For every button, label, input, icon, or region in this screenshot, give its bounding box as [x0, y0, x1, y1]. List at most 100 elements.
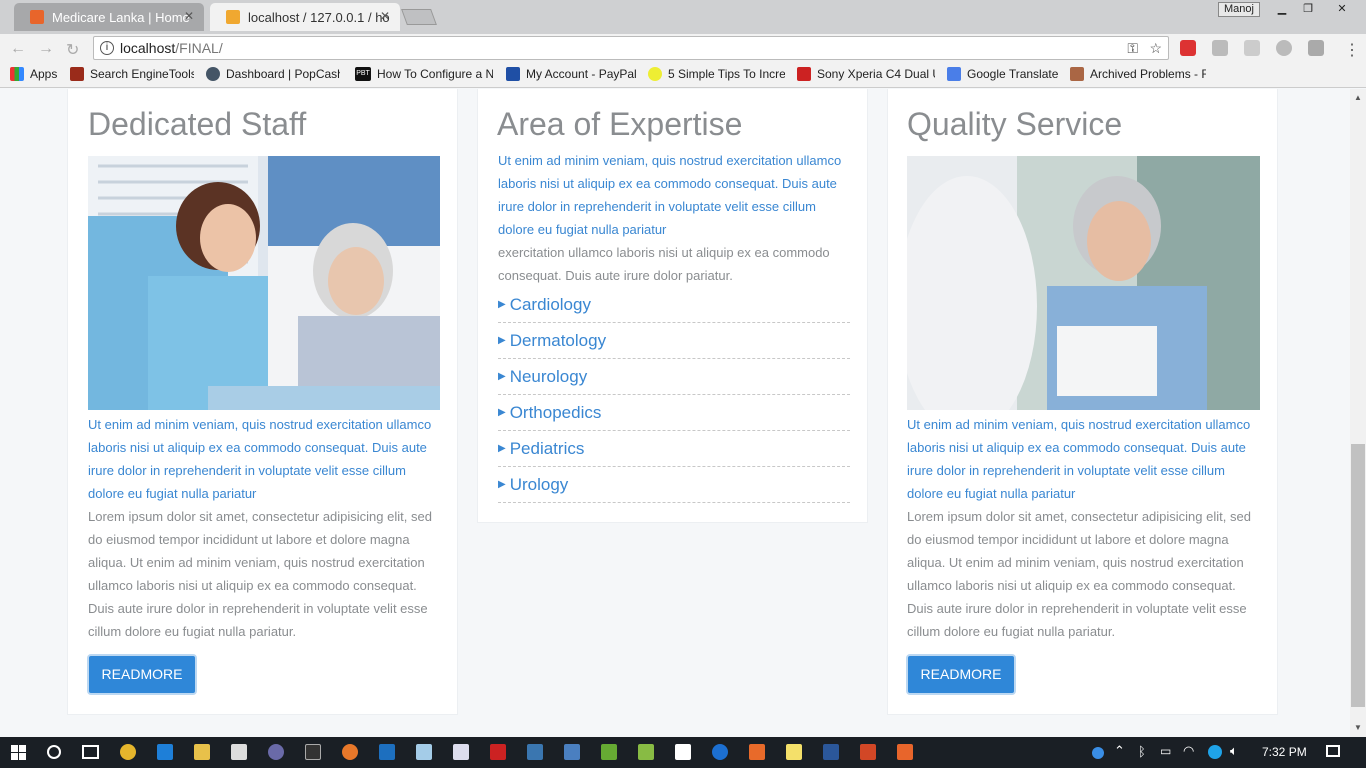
word-icon[interactable]: [823, 744, 839, 760]
app-icon[interactable]: [490, 744, 506, 760]
restore-button[interactable]: ❐: [1296, 2, 1320, 17]
back-icon[interactable]: ←: [10, 40, 26, 58]
app-icon[interactable]: [268, 744, 284, 760]
nurse-patient-photo: [88, 156, 440, 410]
bookmark-item[interactable]: Search EngineTools: [70, 67, 194, 81]
sticky-notes-icon[interactable]: [786, 744, 802, 760]
firefox-icon[interactable]: [342, 744, 358, 760]
close-tab-icon[interactable]: ✕: [184, 9, 194, 23]
forward-icon[interactable]: →: [38, 40, 54, 58]
help-icon[interactable]: [1092, 747, 1104, 759]
intro-text: Ut enim ad minim veniam, quis nostrud ex…: [88, 417, 432, 501]
vpn-icon[interactable]: [1208, 745, 1222, 759]
readmore-button[interactable]: READMORE: [87, 654, 197, 695]
profile-button[interactable]: Manoj: [1218, 2, 1260, 17]
app-icon[interactable]: [379, 744, 395, 760]
card-title: Dedicated Staff: [88, 106, 307, 142]
tab-medicare[interactable]: Medicare Lanka | Home ✕: [14, 3, 204, 31]
smiling-patient-photo: [907, 156, 1260, 410]
app-icon[interactable]: [638, 744, 654, 760]
card-area-of-expertise: Area of Expertise Ut enim ad minim venia…: [477, 89, 868, 523]
extension-icon[interactable]: [1276, 40, 1292, 56]
cmd-icon[interactable]: [305, 744, 321, 760]
clock[interactable]: 7:32 PM: [1262, 745, 1307, 759]
accordion-cardiology[interactable]: ▶ Cardiology: [498, 287, 850, 323]
drive-icon[interactable]: [1308, 40, 1324, 56]
new-tab-button[interactable]: [401, 9, 437, 25]
bookmark-item[interactable]: Sony Xperia C4 Dual U: [797, 67, 935, 81]
python-icon[interactable]: [527, 744, 543, 760]
bookmark-apps[interactable]: Apps: [10, 67, 65, 81]
app-icon[interactable]: [601, 744, 617, 760]
wifi-icon[interactable]: ◠: [1183, 743, 1194, 759]
task-view-icon[interactable]: [82, 745, 99, 759]
menu-icon[interactable]: ⋮: [1344, 40, 1360, 60]
page-scrollbar[interactable]: ▲ ▼: [1350, 89, 1366, 737]
caret-right-icon: ▶: [498, 407, 506, 418]
extension-icon[interactable]: [1244, 40, 1260, 56]
page-content: Dedicated Staff Ut enim ad minim veniam,…: [0, 89, 1350, 737]
tab-label: Medicare Lanka | Home: [52, 9, 190, 25]
powerpoint-icon[interactable]: [860, 744, 876, 760]
scroll-down-icon[interactable]: ▼: [1354, 723, 1362, 732]
volume-icon[interactable]: 🔈︎: [1230, 743, 1238, 759]
bookmark-item[interactable]: Archived Problems - F: [1070, 67, 1206, 81]
body-text: Lorem ipsum dolor sit amet, consectetur …: [907, 509, 1251, 639]
star-icon[interactable]: ☆: [1149, 37, 1162, 59]
bookmark-item[interactable]: PBT How To Configure a N: [355, 67, 493, 81]
accordion-urology[interactable]: ▶ Urology: [498, 467, 850, 503]
browser-toolbar: ← → ↻ i localhost/FINAL/ ⚿ ☆ ⋮: [0, 34, 1366, 62]
caret-right-icon: ▶: [498, 335, 506, 346]
card-title: Area of Expertise: [497, 106, 743, 142]
store-icon[interactable]: [231, 744, 247, 760]
app-icon[interactable]: [675, 744, 691, 760]
cortana-icon[interactable]: [47, 745, 61, 759]
url-path: /FINAL/: [175, 40, 223, 56]
phpmyadmin-icon: [226, 10, 240, 24]
app-icon[interactable]: [749, 744, 765, 760]
action-center-icon[interactable]: [1326, 745, 1340, 757]
bookmark-favicon: [648, 67, 662, 81]
bookmark-item[interactable]: Dashboard | PopCash: [206, 67, 340, 81]
accordion-pediatrics[interactable]: ▶ Pediatrics: [498, 431, 850, 467]
paypal-icon: [506, 67, 520, 81]
accordion-orthopedics[interactable]: ▶ Orthopedics: [498, 395, 850, 431]
scroll-up-icon[interactable]: ▲: [1354, 93, 1362, 102]
xampp-icon[interactable]: [897, 744, 913, 760]
network-icon[interactable]: ▭: [1160, 744, 1171, 758]
address-bar[interactable]: i localhost/FINAL/ ⚿ ☆: [93, 36, 1169, 60]
tab-phpmyadmin[interactable]: localhost / 127.0.0.1 / ho ✕: [210, 3, 400, 31]
notepad-icon[interactable]: [416, 744, 432, 760]
chrome-icon[interactable]: [120, 744, 136, 760]
edge-icon[interactable]: [157, 744, 173, 760]
windows-start-icon[interactable]: [11, 745, 26, 760]
virtualbox-icon[interactable]: [564, 744, 580, 760]
file-explorer-icon[interactable]: [194, 744, 210, 760]
bookmark-favicon: [797, 67, 811, 81]
close-tab-icon[interactable]: ✕: [380, 9, 390, 23]
apps-grid-icon: [10, 67, 24, 81]
bluetooth-icon[interactable]: ᛒ: [1138, 744, 1146, 759]
extension-icon[interactable]: [1212, 40, 1228, 56]
body-text: exercitation ullamco laboris nisi ut ali…: [498, 245, 830, 283]
bookmark-item[interactable]: My Account - PayPal: [506, 67, 638, 81]
accordion-neurology[interactable]: ▶ Neurology: [498, 359, 850, 395]
caret-right-icon: ▶: [498, 443, 506, 454]
bookmark-item[interactable]: 5 Simple Tips To Incre: [648, 67, 785, 81]
accordion-dermatology[interactable]: ▶ Dermatology: [498, 323, 850, 359]
info-icon[interactable]: i: [100, 41, 114, 55]
readmore-button[interactable]: READMORE: [906, 654, 1016, 695]
key-icon[interactable]: ⚿: [1127, 37, 1138, 59]
extension-icon[interactable]: [1180, 40, 1196, 56]
bookmark-item[interactable]: Google Translate: [947, 67, 1062, 81]
card-title: Quality Service: [907, 106, 1123, 142]
minimize-button[interactable]: ▁: [1270, 2, 1294, 17]
show-hidden-icons[interactable]: ⌃: [1114, 743, 1125, 759]
close-window-button[interactable]: ✕: [1322, 2, 1362, 17]
app-icon[interactable]: [453, 744, 469, 760]
scrollbar-thumb[interactable]: [1351, 444, 1365, 707]
intro-text: Ut enim ad minim veniam, quis nostrud ex…: [907, 417, 1251, 501]
reload-icon[interactable]: ↻: [66, 40, 79, 60]
caret-right-icon: ▶: [498, 371, 506, 382]
teamviewer-icon[interactable]: [712, 744, 728, 760]
